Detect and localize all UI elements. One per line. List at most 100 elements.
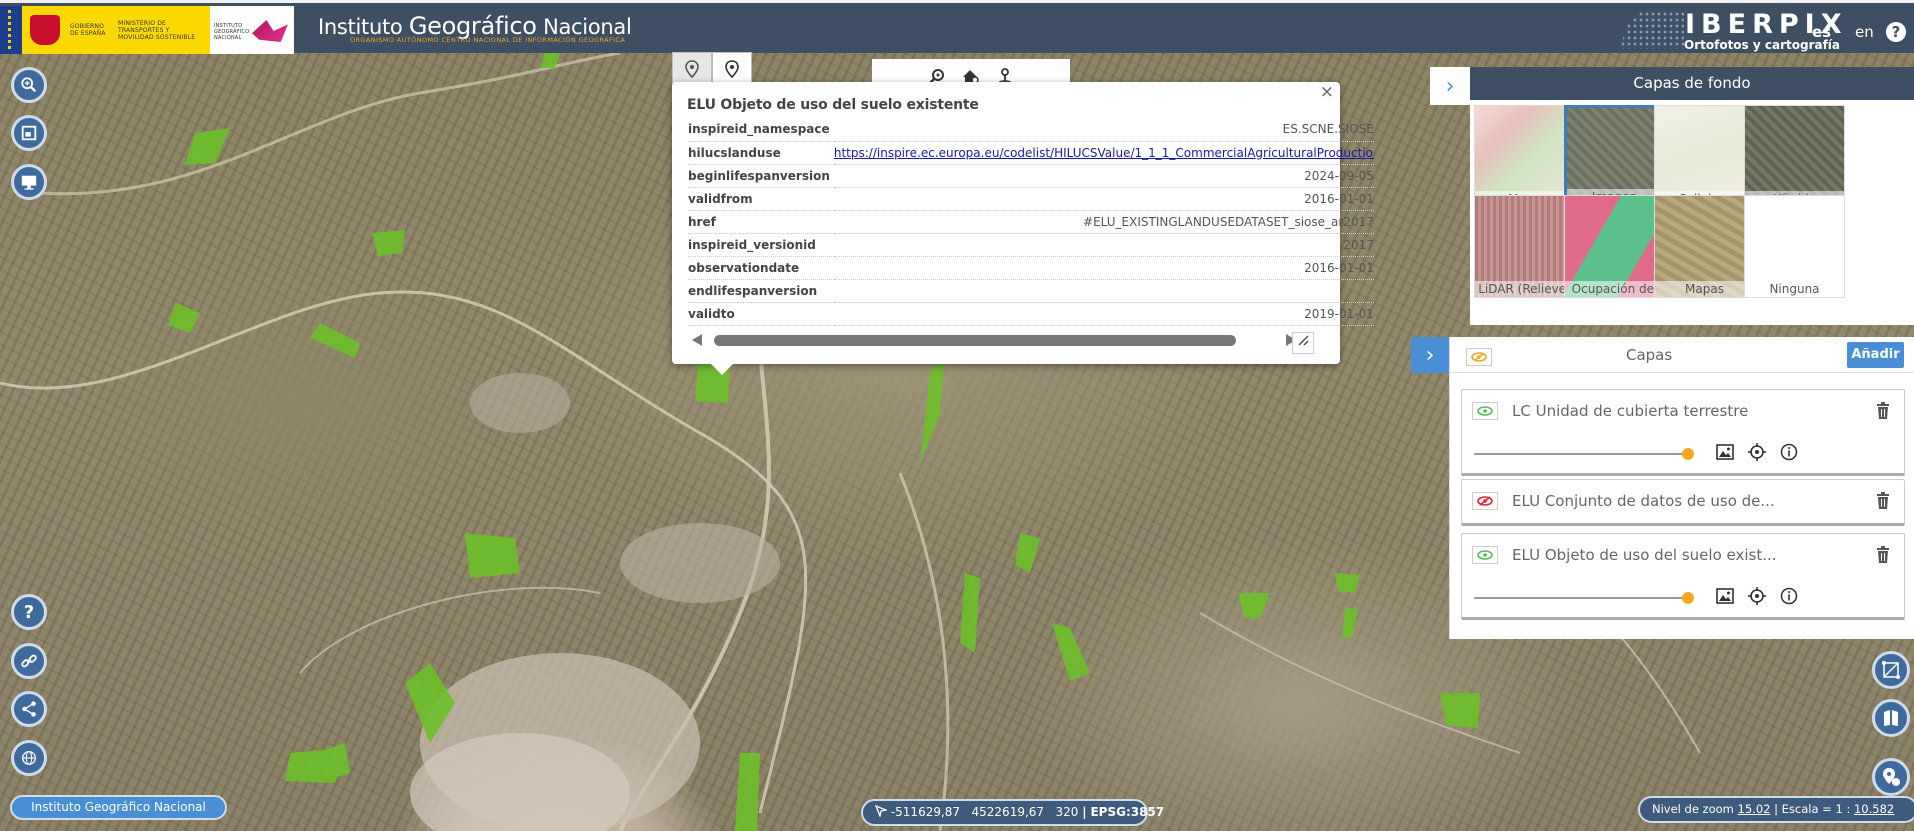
eye-icon (1477, 406, 1493, 416)
chevron-right-icon: › (1445, 73, 1455, 99)
opacity-slider[interactable] (1474, 592, 1694, 604)
globe-button[interactable] (11, 740, 47, 776)
epsg-code[interactable]: EPSG:3857 (1090, 805, 1164, 819)
zoom-search-button[interactable] (11, 67, 47, 103)
background-option-label: Ocupación del (1565, 281, 1664, 297)
layer-card: LC Unidad de cubierta terrestre (1461, 389, 1905, 476)
extent-icon (21, 125, 37, 141)
legend-button[interactable] (1716, 443, 1734, 461)
map-pin-icon (725, 59, 739, 78)
coordinates-readout[interactable]: -511629,87 4522619,67 320 | EPSG:3857 (861, 799, 1164, 826)
attribute-row: validfrom 2016-01-01 (688, 187, 1374, 211)
popup-close-button[interactable]: × (1320, 82, 1334, 102)
layer-info-button[interactable] (1780, 587, 1798, 605)
lang-en-button[interactable]: en (1855, 23, 1874, 41)
delete-layer-button[interactable] (1876, 492, 1892, 510)
extent-button[interactable] (11, 115, 47, 151)
layers-panel-toggle[interactable]: › (1411, 337, 1449, 373)
info-icon (1780, 587, 1798, 605)
scroll-thumb[interactable] (714, 335, 1236, 346)
attribute-key: validto (688, 302, 834, 326)
background-option-2[interactable]: Imagen (1564, 105, 1665, 208)
attribute-row: hilucslanduse https://inspire.ec.europa.e… (688, 141, 1374, 165)
toggle-all-visibility-button[interactable] (1466, 348, 1492, 366)
help-button[interactable]: ? (1886, 22, 1906, 42)
link-button[interactable] (11, 643, 47, 679)
background-option-5[interactable]: LiDAR (Relieve) (1474, 195, 1575, 298)
cursor-icon (874, 804, 889, 819)
add-layer-button[interactable]: Añadir (1847, 342, 1904, 368)
measure-button[interactable] (1872, 651, 1910, 689)
zoom-to-layer-button[interactable] (1748, 443, 1766, 461)
ign-subtitle: Organismo Autónomo Centro Nacional de In… (350, 36, 626, 44)
layer-card: ELU Conjunto de datos de uso de... (1461, 479, 1905, 526)
share-button[interactable] (11, 691, 47, 727)
government-logo[interactable]: Gobierno de España Ministerio de Transpo… (0, 6, 294, 54)
attribute-key: hilucslanduse (688, 141, 834, 165)
measure-icon (1882, 661, 1900, 679)
map-book-button[interactable] (1872, 699, 1910, 737)
layer-info-button[interactable] (1780, 443, 1798, 461)
ign-link-button[interactable]: Instituto Geográfico Nacional (10, 795, 227, 820)
background-panel-toggle[interactable]: › (1430, 67, 1470, 105)
chevron-right-icon: › (1425, 342, 1435, 368)
opacity-slider[interactable] (1474, 448, 1694, 460)
attribute-value: 2024-09-05 (833, 164, 1374, 188)
scroll-left-arrow-icon[interactable] (692, 334, 702, 346)
zoom-scale-readout: Nivel de zoom 15.02 | Escala = 1 : 10.58… (1638, 796, 1914, 823)
ign-logo-icon (252, 20, 288, 42)
attribute-value: #ELU_EXISTINGLANDUSEDATASET_siose_ar2017 (833, 210, 1374, 234)
ministry-label: Ministerio de Transportes y Movilidad So… (118, 20, 196, 41)
popup-tabs (672, 52, 752, 84)
layer-name: ELU Conjunto de datos de uso de... (1512, 492, 1775, 510)
attribute-value (833, 279, 1374, 303)
legend-button[interactable] (1716, 587, 1734, 605)
background-option-4[interactable]: Híbrido (1744, 105, 1845, 208)
info-icon (1780, 443, 1798, 461)
attribute-key: inspireid_versionid (688, 233, 834, 257)
help-icon: ? (23, 601, 35, 623)
screen-button[interactable] (11, 164, 47, 200)
attribute-value: https://inspire.ec.europa.eu/codelist/HI… (833, 141, 1374, 165)
opacity-slider-knob[interactable] (1682, 448, 1694, 460)
layer-name: ELU Objeto de uso del suelo exist... (1512, 546, 1777, 564)
coord-extra: 320 (1055, 805, 1079, 819)
image-icon (1716, 588, 1734, 604)
zoom-to-layer-button[interactable] (1748, 587, 1766, 605)
attribute-link[interactable]: https://inspire.ec.europa.eu/codelist/HI… (834, 146, 1374, 160)
coat-of-arms-icon (30, 15, 60, 45)
location-info-icon (1883, 768, 1900, 786)
popup-tab-2[interactable] (712, 52, 752, 84)
attribute-value: 2019-01-01 (833, 302, 1374, 326)
help-round-button[interactable]: ? (11, 594, 47, 630)
lang-es-button[interactable]: es (1812, 23, 1831, 41)
layer-visibility-toggle[interactable] (1472, 402, 1498, 420)
eu-flag-icon (0, 6, 22, 54)
layer-visibility-toggle[interactable] (1472, 546, 1498, 564)
delete-layer-button[interactable] (1876, 402, 1892, 420)
background-option-6[interactable]: Ocupación del (1564, 195, 1665, 298)
background-option-7[interactable]: Mapas Históricos (1654, 195, 1755, 298)
feature-info-popup: × ELU Objeto de uso del suelo existente … (672, 82, 1374, 364)
layer-tools (1716, 443, 1798, 461)
popup-pointer (710, 363, 734, 375)
layers-panel: Capas Añadir LC Unidad de cubierta terre… (1449, 337, 1914, 639)
popup-title: ELU Objeto de uso del suelo existente (687, 97, 979, 113)
popup-horizontal-scrollbar[interactable] (688, 332, 1316, 348)
attribute-row: beginlifespanversion 2024-09-05 (688, 164, 1374, 188)
attribute-value: 2016-01-01 (833, 187, 1374, 211)
layer-visibility-toggle[interactable] (1472, 492, 1498, 510)
coord-y: 4522619,67 (971, 805, 1045, 819)
background-option-3[interactable]: Callejero (1654, 105, 1755, 208)
background-option-1[interactable]: Mapa (1474, 105, 1575, 208)
attribute-row: href #ELU_EXISTINGLANDUSEDATASET_siose_ar… (688, 210, 1374, 234)
location-info-button[interactable] (1872, 758, 1910, 796)
zoom-search-icon (21, 77, 37, 93)
ign-small-label: Instituto Geográfico Nacional (214, 23, 250, 41)
popup-tab-1[interactable] (672, 52, 712, 84)
popup-resize-handle[interactable] (1292, 332, 1314, 354)
share-icon (22, 701, 36, 717)
delete-layer-button[interactable] (1876, 546, 1892, 564)
opacity-slider-knob[interactable] (1682, 592, 1694, 604)
background-option-8[interactable]: Ninguna (1744, 195, 1845, 298)
